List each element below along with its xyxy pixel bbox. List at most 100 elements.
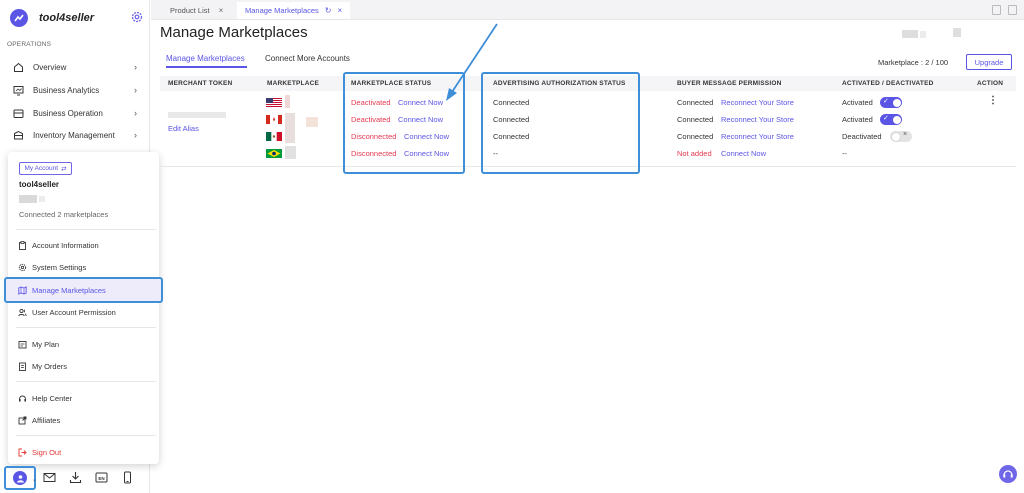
reconnect-store-link[interactable]: Reconnect Your Store [721, 98, 794, 107]
us-flag-icon [266, 98, 282, 107]
mail-icon[interactable] [43, 471, 56, 484]
column-header-activated: ACTIVATED / DEACTIVATED [842, 80, 934, 87]
account-popup-menu: My Account ⇄ tool4seller Connected 2 mar… [4, 152, 163, 464]
activation-label: -- [842, 149, 847, 158]
tab-manage-marketplaces[interactable]: Manage Marketplaces ↻ × [237, 2, 351, 19]
column-header-buyer-message: BUYER MESSAGE PERMISSION [677, 80, 782, 87]
menu-item-label: System Settings [32, 262, 87, 272]
redacted-marketplace [285, 146, 296, 159]
menu-item-account-information[interactable]: Account Information [18, 237, 158, 253]
tab-product-list[interactable]: Product List × [162, 2, 231, 19]
buyer-message-status: Connected [677, 132, 714, 141]
my-account-label: My Account [24, 165, 59, 172]
operation-icon [13, 109, 24, 118]
sign-out-icon [18, 448, 27, 456]
redacted-marketplace [285, 95, 290, 108]
menu-item-user-account-permission[interactable]: User Account Permission [18, 304, 158, 320]
analytics-icon [13, 85, 24, 95]
subtab-manage-marketplaces[interactable]: Manage Marketplaces [166, 54, 245, 63]
br-flag-icon [266, 149, 282, 158]
tab-label: Manage Marketplaces [245, 6, 319, 15]
chevron-down-icon[interactable]: ⌄ [32, 476, 37, 483]
download-icon[interactable] [69, 471, 82, 484]
menu-item-manage-marketplaces[interactable]: Manage Marketplaces [4, 277, 163, 303]
menu-item-label: Help Center [32, 393, 73, 403]
orders-icon [19, 362, 26, 371]
subtab-connect-more-accounts[interactable]: Connect More Accounts [265, 54, 350, 63]
sidebar-item-label: Overview [33, 62, 67, 72]
activation-toggle[interactable]: ✓ [880, 97, 902, 108]
buyer-message-status: Connected [677, 115, 714, 124]
buyer-message-status: Not added [677, 149, 712, 158]
page-title: Manage Marketplaces [160, 24, 308, 41]
upgrade-button[interactable]: Upgrade [966, 54, 1012, 70]
edit-alias-link[interactable]: Edit Alias [168, 124, 199, 133]
reconnect-store-link[interactable]: Reconnect Your Store [721, 132, 794, 141]
column-header-marketplace: MARKETPLACE [267, 80, 320, 87]
connected-marketplaces-text: Connected 2 marketplaces [19, 210, 109, 219]
divider [16, 435, 156, 436]
redacted-marketplace [285, 113, 295, 143]
language-icon[interactable]: EN [95, 471, 108, 484]
menu-item-label: Account Information [32, 240, 99, 250]
mobile-icon[interactable] [121, 471, 134, 484]
x-icon: × [903, 131, 908, 138]
sidebar-item-business-analytics[interactable]: Business Analytics › [13, 82, 143, 98]
menu-item-sign-out[interactable]: Sign Out [18, 444, 158, 460]
document-icon[interactable] [992, 5, 1001, 15]
reconnect-store-link[interactable]: Reconnect Your Store [721, 115, 794, 124]
menu-item-label: Manage Marketplaces [32, 285, 106, 295]
ca-flag-icon [266, 115, 282, 124]
user-icon [13, 471, 27, 485]
divider [16, 229, 156, 230]
svg-text:EN: EN [98, 476, 104, 481]
gear-icon [18, 263, 27, 271]
divider [16, 327, 156, 328]
settings-gear-icon[interactable] [130, 10, 144, 24]
brand[interactable]: tool4seller [10, 9, 94, 27]
menu-item-my-plan[interactable]: My Plan [18, 336, 158, 352]
switch-icon: ⇄ [61, 165, 67, 173]
redacted-email [19, 195, 37, 203]
redacted-merchant-token [168, 112, 226, 118]
window-icon[interactable] [1008, 5, 1017, 15]
menu-item-affiliates[interactable]: Affiliates [18, 412, 158, 428]
brand-name: tool4seller [39, 12, 95, 24]
sidebar-item-overview[interactable]: Overview › [13, 59, 143, 75]
support-chat-icon[interactable] [999, 465, 1017, 483]
menu-item-system-settings[interactable]: System Settings [18, 259, 158, 275]
sidebar-item-inventory-management[interactable]: Inventory Management › [13, 127, 143, 143]
sidebar-item-business-operation[interactable]: Business Operation › [13, 105, 143, 121]
menu-item-help-center[interactable]: Help Center [18, 390, 158, 406]
connect-now-link[interactable]: Connect Now [721, 149, 766, 158]
activation-label: Activated [842, 115, 873, 124]
brand-logo-icon [10, 9, 28, 27]
inventory-icon [14, 130, 23, 139]
chevron-right-icon: › [134, 130, 137, 140]
close-icon[interactable]: × [219, 6, 224, 15]
plan-icon [18, 340, 27, 348]
close-icon[interactable]: × [338, 6, 343, 15]
divider [16, 381, 156, 382]
column-header-action: ACTION [977, 80, 1004, 87]
highlight-marketplace-status [343, 72, 465, 174]
home-icon [14, 62, 23, 72]
menu-item-label: My Plan [32, 339, 60, 349]
menu-item-my-orders[interactable]: My Orders [18, 358, 158, 374]
menu-item-label: Sign Out [32, 447, 62, 457]
tab-bar: Product List × Manage Marketplaces ↻ × [151, 0, 1024, 20]
check-icon: ✓ [883, 98, 889, 105]
activation-toggle[interactable]: ✓ [880, 114, 902, 125]
redacted-info [953, 28, 961, 37]
menu-item-label: My Orders [32, 361, 68, 371]
redacted-email-extra [39, 196, 45, 202]
menu-item-label: Affiliates [32, 415, 61, 425]
more-actions-icon[interactable]: ⋮ [988, 95, 998, 106]
my-account-button[interactable]: My Account ⇄ [19, 162, 72, 175]
chevron-right-icon: › [134, 108, 137, 118]
chevron-right-icon: › [134, 62, 137, 72]
buyer-message-status: Connected [677, 98, 714, 107]
tab-label: Product List [170, 6, 210, 15]
refresh-icon[interactable]: ↻ [325, 6, 332, 15]
activation-toggle[interactable]: × [890, 131, 912, 142]
